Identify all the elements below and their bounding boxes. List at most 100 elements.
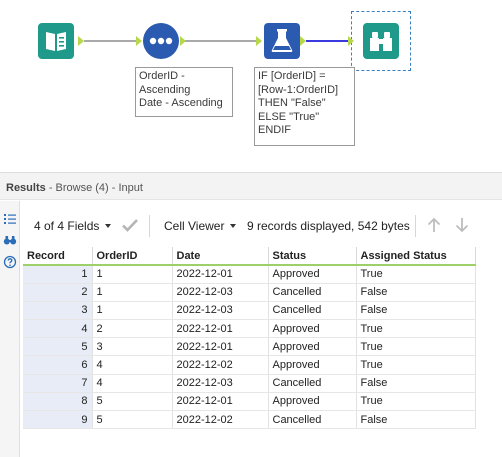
assigned-status-cell[interactable]: False bbox=[356, 301, 476, 321]
orderid-cell[interactable]: 3 bbox=[92, 337, 173, 357]
grid-header-row: Record OrderID Date Status Assigned Stat… bbox=[23, 247, 476, 266]
table-row[interactable]: 2 1 2022-12-03 Cancelled False bbox=[23, 283, 476, 302]
date-cell[interactable]: 2022-12-02 bbox=[172, 410, 269, 430]
record-cell[interactable]: 5 bbox=[23, 337, 93, 357]
toolbar-divider bbox=[415, 215, 416, 237]
arrow-up-icon[interactable] bbox=[425, 216, 443, 234]
record-cell[interactable]: 7 bbox=[23, 374, 93, 393]
multi-row-formula-tool[interactable] bbox=[264, 23, 300, 59]
sort-tool[interactable] bbox=[143, 23, 179, 59]
status-cell[interactable]: Approved bbox=[268, 265, 357, 284]
status-cell[interactable]: Approved bbox=[268, 392, 357, 412]
chevron-down-icon bbox=[230, 224, 237, 228]
binoculars-icon bbox=[370, 32, 392, 51]
assigned-status-cell[interactable]: False bbox=[356, 374, 476, 393]
date-cell[interactable]: 2022-12-02 bbox=[172, 355, 269, 375]
sort-annotation: OrderID - Ascending Date - Ascending bbox=[135, 67, 233, 117]
table-row[interactable]: 6 4 2022-12-02 Approved True bbox=[23, 355, 476, 375]
column-header-date[interactable]: Date bbox=[172, 247, 269, 266]
assigned-status-cell[interactable]: False bbox=[356, 410, 476, 430]
book-input-icon bbox=[46, 32, 66, 51]
column-header-status[interactable]: Status bbox=[268, 247, 357, 266]
table-row[interactable]: 5 3 2022-12-01 Approved True bbox=[23, 337, 476, 357]
assigned-status-cell[interactable]: False bbox=[356, 283, 476, 302]
cell-viewer-label: Cell Viewer bbox=[164, 219, 225, 233]
formula-annotation: IF [OrderID] = [Row-1:OrderID] THEN "Fal… bbox=[254, 67, 355, 146]
chevron-down-icon bbox=[105, 224, 112, 228]
table-row[interactable]: 1 1 2022-12-01 Approved True bbox=[23, 265, 476, 284]
formula-input-anchor[interactable] bbox=[256, 36, 262, 46]
status-cell[interactable]: Approved bbox=[268, 337, 357, 357]
record-cell[interactable]: 4 bbox=[23, 319, 93, 339]
results-header: Results - Browse (4) - Input bbox=[0, 172, 502, 200]
assigned-status-cell[interactable]: True bbox=[356, 265, 476, 284]
toolbar-divider bbox=[149, 215, 150, 237]
cell-viewer-dropdown[interactable]: Cell Viewer bbox=[164, 219, 237, 233]
connection-sort-formula[interactable] bbox=[180, 40, 256, 42]
results-side-rail bbox=[0, 201, 20, 457]
record-cell[interactable]: 3 bbox=[23, 301, 93, 321]
binoculars-rail-icon[interactable] bbox=[3, 233, 17, 247]
input-output-anchor[interactable] bbox=[78, 36, 84, 46]
workflow-canvas[interactable]: OrderID - Ascending Date - Ascending IF … bbox=[0, 0, 502, 172]
browse-tool[interactable] bbox=[363, 23, 399, 59]
orderid-cell[interactable]: 1 bbox=[92, 283, 173, 302]
results-toolbar: 4 of 4 Fields Cell Viewer 9 records disp… bbox=[21, 201, 502, 243]
table-row[interactable]: 4 2 2022-12-01 Approved True bbox=[23, 319, 476, 339]
status-cell[interactable]: Approved bbox=[268, 319, 357, 339]
table-row[interactable]: 3 1 2022-12-03 Cancelled False bbox=[23, 301, 476, 321]
sort-output-anchor[interactable] bbox=[180, 36, 186, 46]
results-grid[interactable]: Record OrderID Date Status Assigned Stat… bbox=[23, 247, 476, 430]
orderid-cell[interactable]: 5 bbox=[92, 410, 173, 430]
fields-dropdown-label: 4 of 4 Fields bbox=[34, 219, 100, 233]
formula-output-anchor[interactable] bbox=[300, 36, 306, 46]
orderid-cell[interactable]: 5 bbox=[92, 392, 173, 412]
sort-input-anchor[interactable] bbox=[136, 36, 142, 46]
assigned-status-cell[interactable]: True bbox=[356, 319, 476, 339]
results-title: Results bbox=[6, 182, 46, 194]
date-cell[interactable]: 2022-12-01 bbox=[172, 265, 269, 284]
records-info: 9 records displayed, 542 bytes bbox=[247, 219, 410, 233]
table-row[interactable]: 9 5 2022-12-02 Cancelled False bbox=[23, 410, 476, 430]
help-icon[interactable] bbox=[3, 255, 17, 269]
assigned-status-cell[interactable]: True bbox=[356, 355, 476, 375]
arrow-down-icon[interactable] bbox=[453, 216, 471, 234]
fields-dropdown[interactable]: 4 of 4 Fields bbox=[34, 219, 112, 233]
record-cell[interactable]: 9 bbox=[23, 410, 93, 430]
orderid-cell[interactable]: 2 bbox=[92, 319, 173, 339]
status-cell[interactable]: Cancelled bbox=[268, 410, 357, 430]
column-header-assigned-status[interactable]: Assigned Status bbox=[356, 247, 476, 266]
assigned-status-cell[interactable]: True bbox=[356, 392, 476, 412]
record-cell[interactable]: 6 bbox=[23, 355, 93, 375]
orderid-cell[interactable]: 1 bbox=[92, 265, 173, 284]
date-cell[interactable]: 2022-12-01 bbox=[172, 392, 269, 412]
three-dots-icon bbox=[149, 37, 173, 45]
connection-input-sort[interactable] bbox=[84, 40, 136, 42]
status-cell[interactable]: Cancelled bbox=[268, 374, 357, 393]
list-view-icon[interactable] bbox=[3, 212, 17, 226]
record-cell[interactable]: 2 bbox=[23, 283, 93, 302]
date-cell[interactable]: 2022-12-03 bbox=[172, 301, 269, 321]
date-cell[interactable]: 2022-12-03 bbox=[172, 374, 269, 393]
results-subtitle: - Browse (4) - Input bbox=[48, 182, 143, 194]
date-cell[interactable]: 2022-12-03 bbox=[172, 283, 269, 302]
orderid-cell[interactable]: 4 bbox=[92, 355, 173, 375]
input-data-tool[interactable] bbox=[38, 23, 74, 59]
status-cell[interactable]: Cancelled bbox=[268, 301, 357, 321]
record-cell[interactable]: 1 bbox=[23, 265, 93, 284]
flask-icon bbox=[271, 29, 293, 52]
date-cell[interactable]: 2022-12-01 bbox=[172, 319, 269, 339]
column-header-orderid[interactable]: OrderID bbox=[92, 247, 173, 266]
date-cell[interactable]: 2022-12-01 bbox=[172, 337, 269, 357]
status-cell[interactable]: Approved bbox=[268, 355, 357, 375]
column-header-record[interactable]: Record bbox=[23, 247, 93, 266]
record-cell[interactable]: 8 bbox=[23, 392, 93, 412]
assigned-status-cell[interactable]: True bbox=[356, 337, 476, 357]
checkmark-icon[interactable] bbox=[121, 216, 139, 234]
orderid-cell[interactable]: 1 bbox=[92, 301, 173, 321]
status-cell[interactable]: Cancelled bbox=[268, 283, 357, 302]
table-row[interactable]: 7 4 2022-12-03 Cancelled False bbox=[23, 374, 476, 393]
connection-formula-browse[interactable] bbox=[306, 40, 348, 42]
table-row[interactable]: 8 5 2022-12-01 Approved True bbox=[23, 392, 476, 412]
orderid-cell[interactable]: 4 bbox=[92, 374, 173, 393]
